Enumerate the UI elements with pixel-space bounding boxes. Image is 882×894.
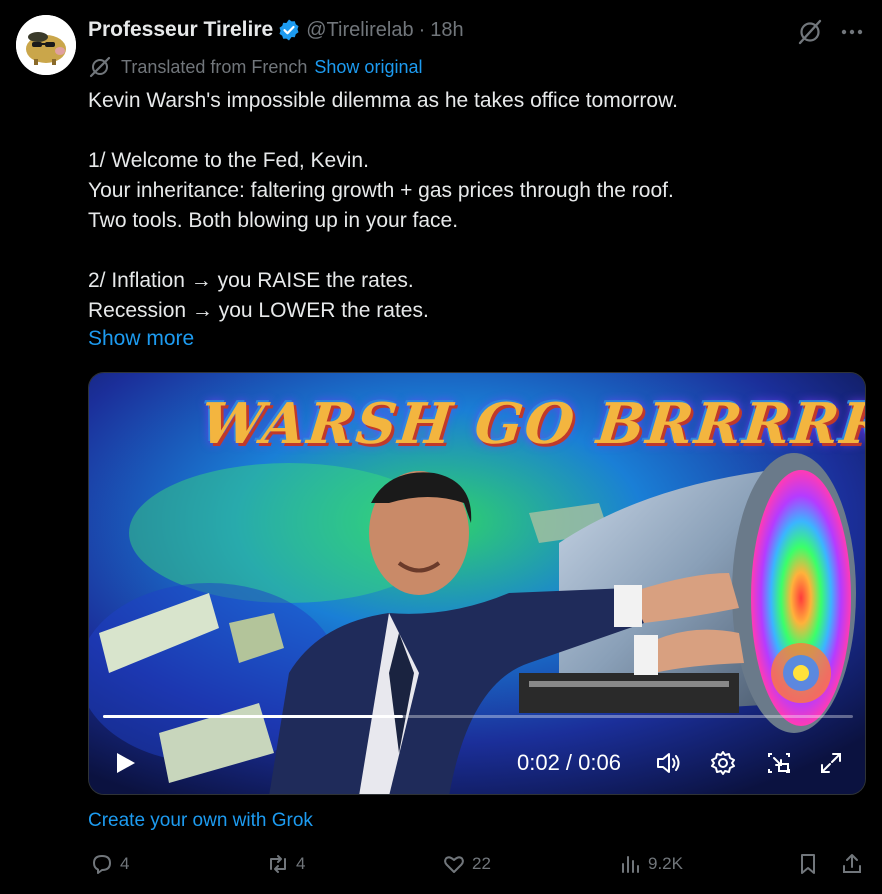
views-icon [622, 856, 639, 873]
separator-dot: · [418, 18, 426, 41]
tweet-body: Kevin Warsh's impossible dilemma as he t… [88, 86, 848, 326]
body-line: Recession → you LOWER the rates. [88, 299, 429, 322]
handle[interactable]: @Tirelirelab [306, 19, 413, 42]
share-icon [843, 854, 861, 873]
video-time: 0:02 / 0:06 [517, 750, 621, 775]
repost-button[interactable]: 4 [266, 849, 305, 879]
translate-icon [89, 56, 111, 78]
repost-count: 4 [296, 854, 306, 873]
body-line: Kevin Warsh's impossible dilemma as he t… [88, 89, 678, 112]
body-line: Your inheritance: faltering growth + gas… [88, 179, 674, 202]
share-button[interactable] [840, 849, 870, 879]
like-count: 22 [472, 854, 491, 873]
repost-icon [270, 855, 286, 873]
action-bar: 4 4 22 9.2K [88, 849, 866, 879]
body-line: 2/ Inflation → you RAISE the rates. [88, 269, 414, 292]
translated-label: Translated from French [121, 56, 308, 77]
like-icon [444, 856, 464, 873]
progress-fill [103, 715, 403, 718]
video-title-overlay: WARSH GO BRRRRR [197, 391, 866, 457]
reply-button[interactable]: 4 [90, 849, 129, 879]
verified-badge-icon[interactable] [277, 18, 301, 42]
timestamp[interactable]: 18h [430, 19, 463, 42]
more-icon[interactable] [838, 18, 866, 46]
body-line: 1/ Welcome to the Fed, Kevin. [88, 149, 369, 172]
play-icon[interactable] [111, 749, 139, 777]
show-more-link[interactable]: Show more [88, 324, 194, 354]
display-name[interactable]: Professeur Tirelire [88, 18, 273, 42]
settings-icon[interactable] [709, 749, 737, 777]
pip-icon[interactable] [765, 749, 793, 777]
translation-notice: Translated from French Show original [88, 54, 422, 80]
views-count: 9.2K [648, 854, 683, 873]
body-blank-line [88, 236, 848, 266]
video-player[interactable]: WARSH GO BRRRRR 0:02 / 0:06 [88, 372, 866, 795]
views-button[interactable]: 9.2K [618, 849, 683, 879]
reply-icon [93, 855, 111, 874]
reply-count: 4 [120, 854, 130, 873]
bookmark-icon [801, 854, 815, 874]
create-with-grok-link[interactable]: Create your own with Grok [88, 808, 313, 834]
body-blank-line [88, 116, 848, 146]
body-line: Two tools. Both blowing up in your face. [88, 209, 459, 232]
progress-bar[interactable] [103, 715, 853, 718]
tweet-header: Professeur Tirelire @Tirelirelab · 18h [88, 14, 882, 46]
avatar[interactable] [16, 15, 76, 75]
fullscreen-icon[interactable] [817, 749, 845, 777]
like-button[interactable]: 22 [442, 849, 491, 879]
show-original-link[interactable]: Show original [314, 57, 422, 78]
bookmark-button[interactable] [796, 849, 826, 879]
grok-icon[interactable] [796, 18, 824, 46]
volume-icon[interactable] [655, 749, 683, 777]
